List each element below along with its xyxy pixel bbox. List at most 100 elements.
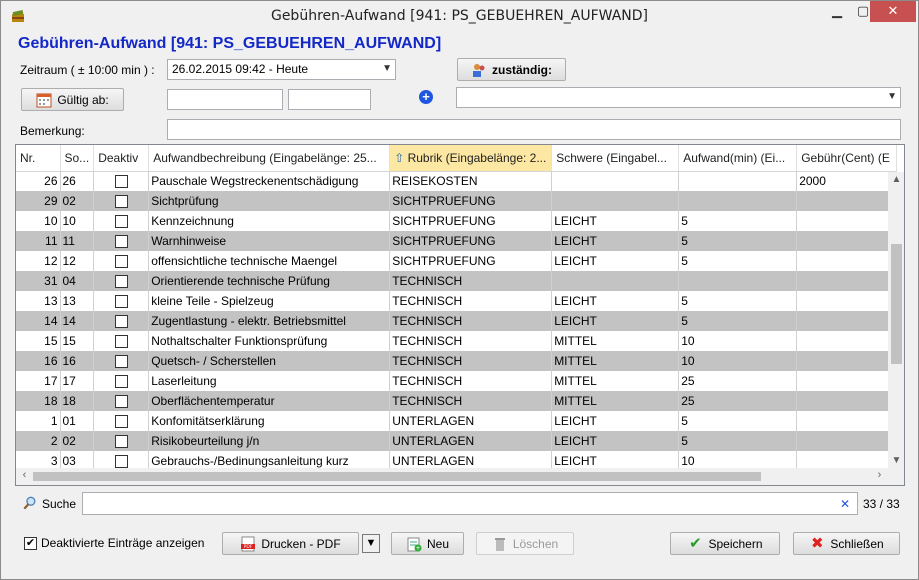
deaktiv-checkbox[interactable] [114,275,128,289]
cell-beschreibung[interactable]: Orientierende technische Prüfung [148,271,391,291]
cell-deaktiv[interactable] [93,411,150,431]
table-row[interactable]: 1 01 Konfomitätserklärung UNTERLAGEN LEICHT 5 [16,411,898,431]
clear-search-icon[interactable]: ✕ [840,497,850,511]
cell-beschreibung[interactable]: Nothaltschalter Funktionsprüfung [148,331,391,351]
cell-gebuehr[interactable] [796,271,898,291]
cell-beschreibung[interactable]: Kennzeichnung [148,211,391,231]
cell-gebuehr[interactable] [796,231,898,251]
column-header-sort[interactable]: So... [60,145,95,172]
column-header-beschreibung[interactable]: Aufwandbechreibung (Eingabelänge: 25... [148,145,391,172]
cell-rubrik[interactable]: TECHNISCH [389,371,553,391]
cell-sort[interactable]: 26 [60,171,95,191]
deaktiv-checkbox[interactable] [114,235,128,249]
zustaendig-button[interactable]: zuständig: [457,58,566,81]
cell-schwere[interactable] [551,171,680,191]
deaktiv-checkbox[interactable] [114,355,128,369]
cell-aufwand[interactable]: 10 [678,351,798,371]
cell-beschreibung[interactable]: Oberflächentemperatur [148,391,391,411]
cell-deaktiv[interactable] [93,431,150,451]
cell-nr[interactable]: 14 [16,311,61,331]
minimize-button[interactable]: ▁ [824,1,850,22]
cell-aufwand[interactable]: 25 [678,371,798,391]
vertical-scrollbar[interactable]: ▲ ▼ [888,172,904,468]
cell-rubrik[interactable]: TECHNISCH [389,331,553,351]
cell-schwere[interactable]: LEICHT [551,411,680,431]
cell-beschreibung[interactable]: Warnhinweise [148,231,391,251]
cell-schwere[interactable]: LEICHT [551,211,680,231]
gueltig-to-input[interactable] [288,89,371,110]
cell-nr[interactable]: 15 [16,331,61,351]
cell-beschreibung[interactable]: offensichtliche technische Maengel [148,251,391,271]
cell-gebuehr[interactable] [796,431,898,451]
table-row[interactable]: 17 17 Laserleitung TECHNISCH MITTEL 25 [16,371,898,391]
cell-deaktiv[interactable] [93,171,150,191]
new-button[interactable]: + Neu [391,532,464,555]
deaktiv-checkbox[interactable] [114,335,128,349]
delete-button[interactable]: Löschen [476,532,574,555]
cell-schwere[interactable]: MITTEL [551,351,680,371]
cell-aufwand[interactable]: 5 [678,431,798,451]
cell-beschreibung[interactable]: Laserleitung [148,371,391,391]
cell-deaktiv[interactable] [93,291,150,311]
save-button[interactable]: ✔ Speichern [670,532,780,555]
cell-deaktiv[interactable] [93,391,150,411]
deaktiv-checkbox[interactable] [114,395,128,409]
close-button[interactable]: ✖ Schließen [793,532,900,555]
deaktiv-checkbox[interactable] [114,215,128,229]
cell-deaktiv[interactable] [93,371,150,391]
cell-sort[interactable]: 04 [60,271,95,291]
cell-gebuehr[interactable] [796,291,898,311]
data-grid[interactable]: Nr. So... Deaktiv Aufwandbechreibung (Ei… [15,144,905,486]
cell-rubrik[interactable]: SICHTPRUEFUNG [389,231,553,251]
column-header-schwere[interactable]: Schwere (Eingabel... [551,145,680,172]
cell-gebuehr[interactable] [796,211,898,231]
cell-schwere[interactable]: MITTEL [551,391,680,411]
cell-gebuehr[interactable] [796,371,898,391]
deaktiv-checkbox[interactable] [114,435,128,449]
cell-aufwand[interactable]: 5 [678,411,798,431]
cell-gebuehr[interactable] [796,191,898,211]
cell-nr[interactable]: 17 [16,371,61,391]
cell-deaktiv[interactable] [93,191,150,211]
cell-nr[interactable]: 18 [16,391,61,411]
deaktiv-checkbox[interactable] [114,195,128,209]
cell-nr[interactable]: 12 [16,251,61,271]
deaktiv-checkbox[interactable] [114,455,128,469]
cell-sort[interactable]: 02 [60,431,95,451]
cell-deaktiv[interactable] [93,351,150,371]
cell-rubrik[interactable]: TECHNISCH [389,391,553,411]
table-row[interactable]: 18 18 Oberflächentemperatur TECHNISCH MITTEL… [16,391,898,411]
table-row[interactable]: 2 02 Risikobeurteilung j/n UNTERLAGEN LEICHT… [16,431,898,451]
table-row[interactable]: 15 15 Nothaltschalter Funktionsprüfung TECH… [16,331,898,351]
zustaendig-select[interactable]: ▼ [456,87,901,108]
cell-nr[interactable]: 29 [16,191,61,211]
table-row[interactable]: 10 10 Kennzeichnung SICHTPRUEFUNG LEICHT 5 [16,211,898,231]
cell-gebuehr[interactable] [796,391,898,411]
column-header-rubrik[interactable]: ⇧ Rubrik (Eingabelänge: 2... [389,145,553,172]
cell-deaktiv[interactable] [93,311,150,331]
search-input[interactable] [82,492,858,515]
cell-rubrik[interactable]: TECHNISCH [389,291,553,311]
cell-sort[interactable]: 12 [60,251,95,271]
cell-nr[interactable]: 16 [16,351,61,371]
cell-gebuehr[interactable] [796,351,898,371]
cell-sort[interactable]: 18 [60,391,95,411]
cell-gebuehr[interactable] [796,331,898,351]
cell-schwere[interactable]: LEICHT [551,291,680,311]
cell-gebuehr[interactable] [796,251,898,271]
checkbox-checked-icon[interactable]: ✔ [24,536,37,550]
cell-rubrik[interactable]: SICHTPRUEFUNG [389,191,553,211]
cell-nr[interactable]: 2 [16,431,61,451]
cell-beschreibung[interactable]: Sichtprüfung [148,191,391,211]
cell-sort[interactable]: 10 [60,211,95,231]
cell-schwere[interactable]: LEICHT [551,251,680,271]
scroll-down-icon[interactable]: ▼ [888,455,904,466]
cell-deaktiv[interactable] [93,211,150,231]
cell-beschreibung[interactable]: Risikobeurteilung j/n [148,431,391,451]
print-options-dropdown[interactable]: ▼ [362,534,380,553]
cell-aufwand[interactable]: 25 [678,391,798,411]
horizontal-scrollbar[interactable]: ‹ › [16,468,888,485]
cell-deaktiv[interactable] [93,271,150,291]
cell-rubrik[interactable]: TECHNISCH [389,311,553,331]
cell-aufwand[interactable]: 5 [678,251,798,271]
